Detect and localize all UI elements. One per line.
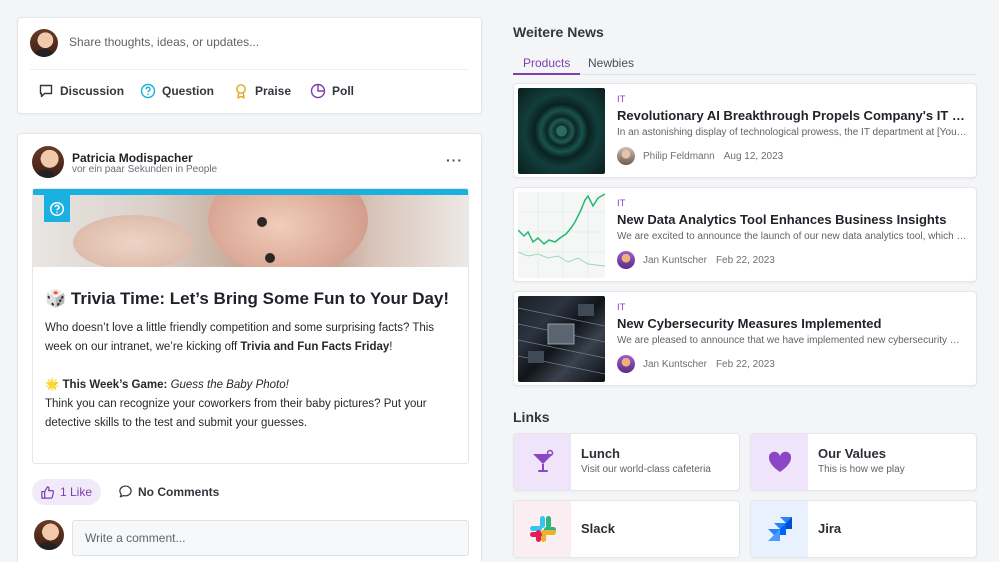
composer-input[interactable]: Share thoughts, ideas, or updates...: [69, 35, 259, 49]
news-title[interactable]: Revolutionary AI Breakthrough Propels Co…: [617, 108, 967, 123]
news-category: IT: [617, 198, 626, 209]
game-name: Guess the Baby Photo!: [170, 379, 289, 391]
question-circle-icon: [140, 83, 156, 99]
praise-label: Praise: [255, 84, 292, 98]
news-date: Aug 12, 2023: [723, 150, 784, 162]
link-slack[interactable]: Slack: [513, 500, 740, 558]
news-meta: Jan Kuntscher Feb 22, 2023: [617, 251, 775, 269]
slack-logo-icon: [514, 501, 571, 557]
discussion-button[interactable]: Discussion: [38, 83, 124, 99]
news-title[interactable]: New Data Analytics Tool Enhances Busines…: [617, 212, 967, 227]
news-thumbnail: [518, 192, 605, 278]
article-image: [33, 195, 468, 267]
article-card[interactable]: 🎲 Trivia Time: Let’s Bring Some Fun to Y…: [32, 188, 469, 464]
link-title: Our Values: [818, 446, 886, 461]
article-title: 🎲 Trivia Time: Let’s Bring Some Fun to Y…: [45, 289, 450, 308]
author-avatar: [617, 251, 635, 269]
comments-count: No Comments: [138, 484, 220, 499]
poll-label: Poll: [332, 84, 355, 98]
tab-products[interactable]: Products: [523, 56, 570, 70]
news-date: Feb 22, 2023: [715, 254, 775, 266]
news-tabs: Products Newbies: [513, 54, 977, 75]
author-avatar[interactable]: [32, 146, 64, 178]
link-subtitle: This is how we play: [818, 464, 905, 475]
question-label: Question: [162, 84, 215, 98]
more-options-icon[interactable]: ···: [446, 152, 463, 168]
article-paragraph-2: Think you can recognize your coworkers f…: [45, 398, 427, 429]
news-date: Feb 22, 2023: [715, 358, 775, 370]
feed-post: Patricia Modispacher vor ein paar Sekund…: [17, 133, 482, 562]
article-text-bold: Trivia and Fun Facts Friday: [240, 341, 390, 353]
comment-input[interactable]: Write a comment...: [72, 520, 469, 556]
news-thumbnail: [518, 88, 605, 174]
link-subtitle: Visit our world-class cafeteria: [581, 464, 711, 475]
post-meta: vor ein paar Sekunden in People: [72, 164, 218, 175]
article-text-end: !: [389, 341, 393, 353]
like-count: 1 Like: [60, 485, 93, 499]
news-heading: Weitere News: [513, 24, 604, 40]
chat-bubble-icon: [39, 84, 53, 98]
news-meta: Philip Feldmann Aug 12, 2023: [617, 147, 783, 165]
link-our-values[interactable]: Our Values This is how we play: [750, 433, 977, 491]
post-composer: Share thoughts, ideas, or updates... Dis…: [17, 17, 482, 114]
current-user-avatar: [30, 29, 58, 57]
comment-bubble-icon: [119, 485, 132, 498]
news-item[interactable]: IT New Data Analytics Tool Enhances Busi…: [513, 187, 977, 282]
news-meta: Jan Kuntscher Feb 22, 2023: [617, 355, 775, 373]
composer-divider: [30, 69, 469, 70]
star-emoji: 🌟: [45, 379, 60, 391]
link-title: Slack: [581, 521, 615, 536]
news-title[interactable]: New Cybersecurity Measures Implemented: [617, 316, 967, 331]
link-jira[interactable]: Jira: [750, 500, 977, 558]
praise-button[interactable]: Praise: [233, 83, 291, 99]
news-author: Jan Kuntscher: [643, 358, 707, 370]
links-heading: Links: [513, 409, 550, 425]
heart-icon: [751, 434, 808, 490]
cocktail-glass-icon: [514, 434, 571, 490]
news-thumbnail: [518, 296, 605, 382]
active-tab-indicator: [513, 73, 580, 75]
news-excerpt: We are excited to announce the launch of…: [617, 231, 967, 242]
pie-chart-icon: [310, 83, 326, 99]
author-avatar: [617, 147, 635, 165]
link-title: Jira: [818, 521, 842, 536]
news-author: Philip Feldmann: [643, 150, 715, 162]
news-excerpt: We are pleased to announce that we have …: [617, 335, 967, 346]
author-name[interactable]: Patricia Modispacher: [72, 151, 193, 165]
question-badge-icon: [44, 195, 70, 222]
tab-newbies[interactable]: Newbies: [588, 56, 634, 70]
game-label: This Week’s Game:: [62, 379, 168, 391]
poll-button[interactable]: Poll: [310, 83, 354, 99]
link-lunch[interactable]: Lunch Visit our world-class cafeteria: [513, 433, 740, 491]
news-excerpt: In an astonishing display of technologic…: [617, 127, 967, 138]
news-category: IT: [617, 302, 626, 313]
question-button[interactable]: Question: [140, 83, 214, 99]
link-title: Lunch: [581, 446, 620, 461]
news-item[interactable]: IT Revolutionary AI Breakthrough Propels…: [513, 83, 977, 178]
discussion-label: Discussion: [60, 84, 125, 98]
award-ribbon-icon: [236, 84, 246, 99]
comments-button[interactable]: No Comments: [118, 484, 219, 499]
news-author: Jan Kuntscher: [643, 254, 707, 266]
news-item[interactable]: IT New Cybersecurity Measures Implemente…: [513, 291, 977, 386]
article-body: Who doesn’t love a little friendly compe…: [45, 319, 460, 433]
jira-logo-icon: [751, 501, 808, 557]
commenter-avatar: [34, 520, 64, 550]
author-avatar: [617, 355, 635, 373]
like-button[interactable]: 1 Like: [32, 479, 102, 505]
thumbs-up-icon: [41, 485, 55, 499]
news-category: IT: [617, 94, 626, 105]
